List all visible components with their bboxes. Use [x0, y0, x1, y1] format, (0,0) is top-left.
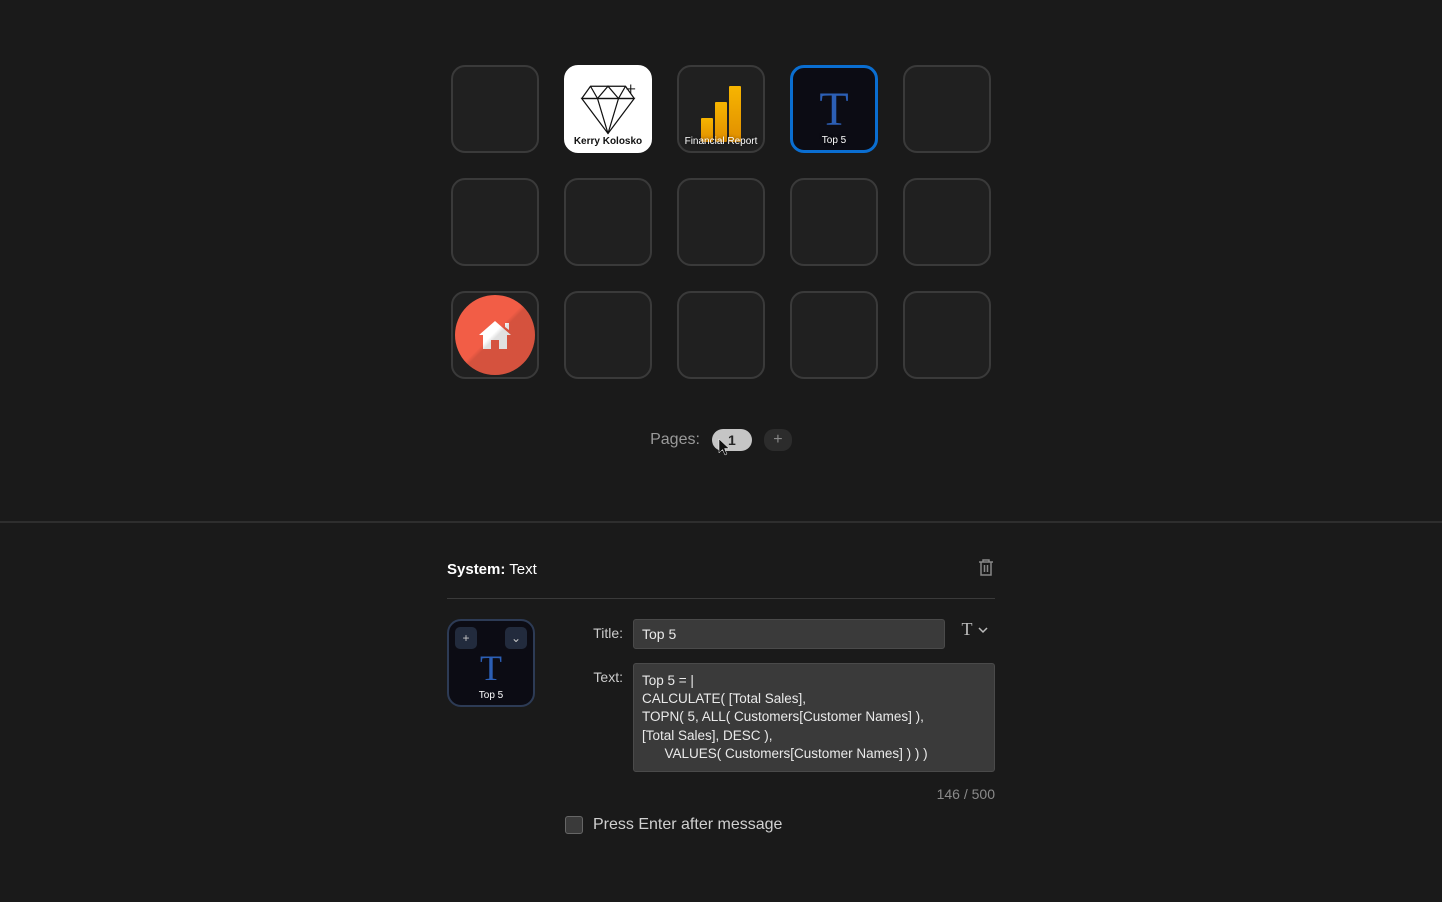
grid-tile-0[interactable]: [451, 65, 539, 153]
detail-panel: System: Text + ⌄ T Top 5 Title:: [447, 523, 995, 834]
pager-label: Pages:: [650, 431, 700, 449]
pager: Pages: 1 +: [650, 429, 792, 451]
thumbnail-add-button[interactable]: +: [455, 627, 477, 649]
home-icon: [455, 295, 535, 375]
title-label: Title:: [565, 619, 623, 641]
tile-grid: Kerry Kolosko Financial Report T Top 5: [451, 65, 991, 379]
char-counter: 146 / 500: [565, 786, 995, 802]
text-icon: T: [819, 82, 848, 137]
grid-tile-4[interactable]: [903, 65, 991, 153]
title-input[interactable]: [633, 619, 945, 649]
tile-label: Kerry Kolosko: [566, 136, 650, 147]
tile-label: Top 5: [793, 135, 875, 146]
page-number[interactable]: 1: [712, 429, 752, 451]
selected-thumbnail[interactable]: + ⌄ T Top 5: [447, 619, 535, 707]
delete-button[interactable]: [977, 557, 995, 582]
thumbnail-label: Top 5: [479, 690, 503, 701]
grid-tile-14[interactable]: [903, 291, 991, 379]
grid-tile-9[interactable]: [903, 178, 991, 266]
grid-tile-13[interactable]: [790, 291, 878, 379]
thumbnail-column: + ⌄ T Top 5: [447, 619, 535, 707]
grid-tile-7[interactable]: [677, 178, 765, 266]
powerbi-icon: [701, 82, 741, 142]
press-enter-label: Press Enter after message: [593, 816, 782, 834]
text-style-dropdown[interactable]: T: [955, 619, 995, 640]
system-label-key: System:: [447, 561, 505, 578]
grid-tile-10[interactable]: [451, 291, 539, 379]
grid-tile-1[interactable]: Kerry Kolosko: [564, 65, 652, 153]
grid-tile-5[interactable]: [451, 178, 539, 266]
text-style-glyph: T: [962, 619, 973, 640]
add-page-button[interactable]: +: [764, 429, 792, 451]
grid-tile-11[interactable]: [564, 291, 652, 379]
panel-header: System: Text: [447, 557, 995, 599]
grid-tile-2[interactable]: Financial Report: [677, 65, 765, 153]
chevron-down-icon: [977, 624, 989, 636]
text-icon: T: [480, 647, 502, 689]
grid-tile-8[interactable]: [790, 178, 878, 266]
panel-body: + ⌄ T Top 5 Title: T Text: Top 5 = | CAL…: [447, 619, 995, 834]
press-enter-checkbox[interactable]: [565, 816, 583, 834]
text-row: Text: Top 5 = | CALCULATE( [Total Sales]…: [565, 663, 995, 772]
grid-tile-6[interactable]: [564, 178, 652, 266]
system-label-value: Text: [509, 561, 537, 578]
system-label: System: Text: [447, 561, 537, 578]
title-row: Title: T: [565, 619, 995, 649]
main-area: Kerry Kolosko Financial Report T Top 5 P: [0, 0, 1442, 451]
grid-tile-12[interactable]: [677, 291, 765, 379]
thumbnail-dropdown-button[interactable]: ⌄: [505, 627, 527, 649]
grid-tile-3[interactable]: T Top 5: [790, 65, 878, 153]
text-label: Text:: [565, 663, 623, 685]
text-input[interactable]: Top 5 = | CALCULATE( [Total Sales], TOPN…: [633, 663, 995, 772]
tile-label: Financial Report: [679, 136, 763, 147]
diamond-icon: [573, 79, 643, 139]
form-column: Title: T Text: Top 5 = | CALCULATE( [Tot…: [565, 619, 995, 834]
checkbox-row: Press Enter after message: [565, 816, 995, 834]
